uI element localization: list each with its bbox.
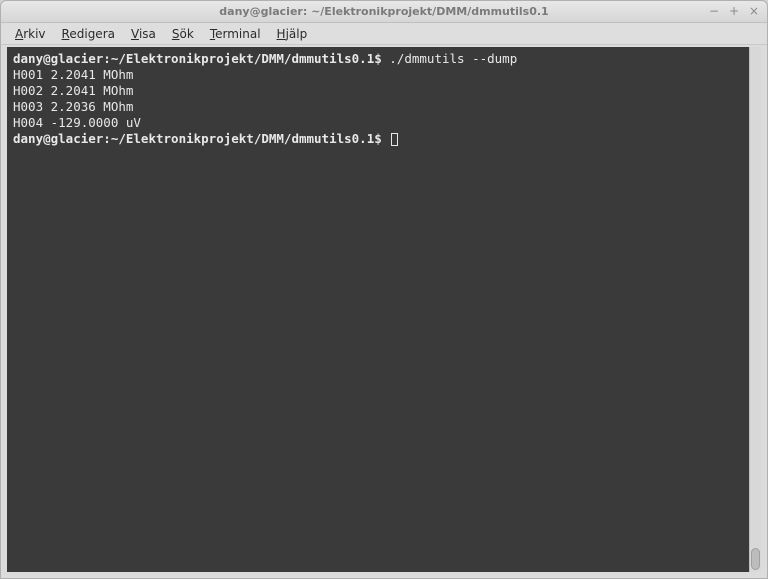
prompt: dany@glacier:~/Elektronikprojekt/DMM/dmm…: [13, 131, 382, 146]
window-controls: − + ×: [707, 4, 761, 18]
terminal-output-line: H003 2.2036 MOhm: [13, 99, 743, 115]
menu-arkiv[interactable]: Arkiv: [9, 25, 52, 43]
menubar: Arkiv Redigera Visa Sök Terminal Hjälp: [1, 23, 767, 45]
terminal-viewport[interactable]: dany@glacier:~/Elektronikprojekt/DMM/dmm…: [7, 47, 749, 572]
menu-visa[interactable]: Visa: [125, 25, 162, 43]
minimize-button[interactable]: −: [707, 4, 721, 18]
terminal-line: dany@glacier:~/Elektronikprojekt/DMM/dmm…: [13, 51, 743, 67]
terminal-container: dany@glacier:~/Elektronikprojekt/DMM/dmm…: [1, 45, 767, 578]
menu-hjalp[interactable]: Hjälp: [271, 25, 314, 43]
terminal-line: dany@glacier:~/Elektronikprojekt/DMM/dmm…: [13, 131, 743, 147]
menu-redigera[interactable]: Redigera: [56, 25, 121, 43]
terminal-output-line: H001 2.2041 MOhm: [13, 67, 743, 83]
close-button[interactable]: ×: [747, 4, 761, 18]
titlebar[interactable]: dany@glacier: ~/Elektronikprojekt/DMM/dm…: [1, 1, 767, 23]
terminal-output-line: H002 2.2041 MOhm: [13, 83, 743, 99]
cursor-icon: [391, 133, 398, 146]
terminal-window: dany@glacier: ~/Elektronikprojekt/DMM/dm…: [0, 0, 768, 579]
command-text: ./dmmutils --dump: [382, 51, 517, 66]
window-title: dany@glacier: ~/Elektronikprojekt/DMM/dm…: [219, 5, 548, 18]
menu-terminal[interactable]: Terminal: [204, 25, 267, 43]
scrollbar[interactable]: [749, 47, 761, 572]
prompt: dany@glacier:~/Elektronikprojekt/DMM/dmm…: [13, 51, 382, 66]
terminal-output-line: H004 -129.0000 uV: [13, 115, 743, 131]
maximize-button[interactable]: +: [727, 4, 741, 18]
menu-sok[interactable]: Sök: [166, 25, 200, 43]
scroll-thumb[interactable]: [751, 548, 760, 570]
